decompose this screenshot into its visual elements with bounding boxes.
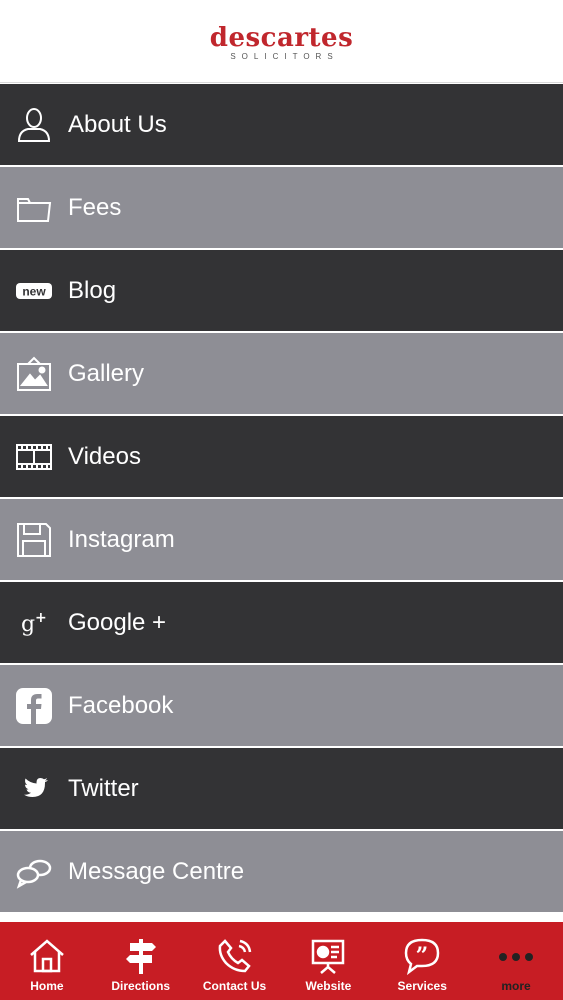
tab-label: Directions bbox=[111, 979, 171, 993]
menu-item-gallery[interactable]: Gallery bbox=[0, 333, 563, 416]
menu-item-videos[interactable]: Videos bbox=[0, 416, 563, 499]
picture-frame-icon bbox=[15, 355, 53, 393]
tab-contact-us[interactable]: Contact Us bbox=[188, 922, 282, 1000]
person-icon bbox=[15, 106, 53, 144]
tab-label: Home bbox=[30, 979, 64, 993]
house-icon bbox=[30, 939, 64, 973]
facebook-icon bbox=[15, 687, 53, 725]
phone-icon bbox=[218, 939, 251, 973]
menu-label: Google + bbox=[68, 608, 167, 636]
menu-item-about-us[interactable]: About Us bbox=[0, 84, 563, 167]
film-strip-icon bbox=[15, 438, 53, 476]
svg-text:”: ” bbox=[416, 943, 429, 969]
tab-label: Services bbox=[397, 979, 447, 993]
svg-text:+: + bbox=[35, 610, 47, 626]
menu-label: Instagram bbox=[68, 525, 175, 553]
chat-bubbles-icon bbox=[15, 853, 53, 891]
menu-item-message-centre[interactable]: Message Centre bbox=[0, 831, 563, 914]
folder-icon bbox=[15, 189, 53, 227]
tab-services[interactable]: ” Services bbox=[375, 922, 469, 1000]
logo-subtitle: SOLICITORS bbox=[230, 52, 339, 61]
quote-bubble-icon: ” bbox=[404, 938, 440, 975]
menu-label: Message Centre bbox=[68, 857, 245, 885]
tab-directions[interactable]: Directions bbox=[94, 922, 188, 1000]
bottom-tab-bar: Home Directions Contact Us Website ” Ser… bbox=[0, 920, 563, 1000]
menu-item-fees[interactable]: Fees bbox=[0, 167, 563, 250]
presentation-board-icon bbox=[312, 939, 345, 974]
logo-name: descartes bbox=[209, 23, 354, 53]
tab-label: Website bbox=[305, 979, 352, 993]
menu-item-twitter[interactable]: Twitter bbox=[0, 748, 563, 831]
tab-label: more bbox=[501, 979, 531, 993]
new-badge-text: new bbox=[22, 284, 46, 298]
menu-item-instagram[interactable]: Instagram bbox=[0, 499, 563, 582]
menu-label: Videos bbox=[68, 442, 141, 470]
tab-website[interactable]: Website bbox=[281, 922, 375, 1000]
menu-label: Twitter bbox=[68, 774, 139, 802]
more-menu: About Us Fees new Blog Gallery Videos In… bbox=[0, 84, 563, 914]
twitter-bird-icon bbox=[15, 770, 53, 808]
tab-home[interactable]: Home bbox=[0, 922, 94, 1000]
google-plus-icon: g + bbox=[15, 604, 53, 642]
new-badge-icon: new bbox=[15, 272, 53, 310]
app-header: descartes SOLICITORS bbox=[0, 0, 563, 83]
signpost-icon bbox=[125, 939, 156, 974]
menu-item-blog[interactable]: new Blog bbox=[0, 250, 563, 333]
menu-label: Gallery bbox=[68, 359, 145, 387]
menu-item-google-plus[interactable]: g + Google + bbox=[0, 582, 563, 665]
menu-label: Fees bbox=[68, 193, 122, 221]
tab-more[interactable]: more bbox=[469, 922, 563, 1000]
menu-label: Blog bbox=[68, 276, 117, 304]
menu-item-facebook[interactable]: Facebook bbox=[0, 665, 563, 748]
menu-label: About Us bbox=[68, 110, 167, 138]
floppy-disk-icon bbox=[15, 521, 53, 559]
svg-text:g: g bbox=[21, 612, 35, 637]
more-dots-icon bbox=[499, 953, 534, 961]
menu-label: Facebook bbox=[68, 691, 174, 719]
tab-label: Contact Us bbox=[202, 979, 267, 993]
